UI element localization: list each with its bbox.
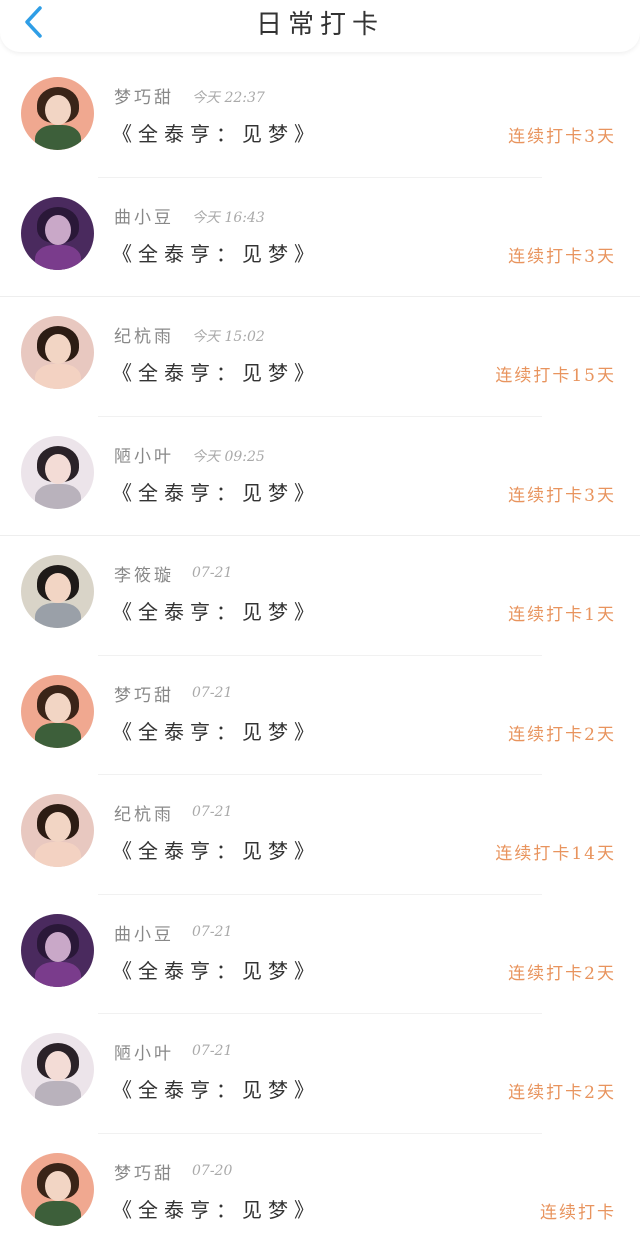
- streak-badge: 连续打卡2天: [508, 1078, 616, 1103]
- task-title: 《全泰亨：见梦》: [112, 1074, 320, 1103]
- list-item[interactable]: 曲小豆 07-21 《全泰亨：见梦》 连续打卡2天: [0, 895, 640, 1015]
- avatar[interactable]: [21, 914, 94, 987]
- list-item[interactable]: 梦巧甜 今天 22:37 《全泰亨：见梦》 连续打卡3天: [0, 58, 640, 178]
- checkin-time: 07-20: [192, 1163, 232, 1179]
- user-name: 梦巧甜: [114, 83, 174, 108]
- checkin-list: 梦巧甜 今天 22:37 《全泰亨：见梦》 连续打卡3天 曲小豆 今天 16:4…: [0, 58, 640, 1253]
- task-title: 《全泰亨：见梦》: [112, 716, 320, 745]
- task-title: 《全泰亨：见梦》: [112, 238, 320, 267]
- list-item[interactable]: 梦巧甜 07-21 《全泰亨：见梦》 连续打卡2天: [0, 656, 640, 776]
- streak-badge: 连续打卡3天: [508, 122, 616, 147]
- streak-badge: 连续打卡14天: [495, 839, 616, 864]
- user-name: 李筱璇: [114, 561, 174, 586]
- streak-badge: 连续打卡1天: [508, 600, 616, 625]
- task-title: 《全泰亨：见梦》: [112, 955, 320, 984]
- avatar[interactable]: [21, 77, 94, 150]
- user-name: 陋小叶: [114, 442, 174, 467]
- list-item[interactable]: 纪杭雨 今天 15:02 《全泰亨：见梦》 连续打卡15天: [0, 297, 640, 417]
- user-name: 纪杭雨: [114, 800, 174, 825]
- streak-badge: 连续打卡3天: [508, 242, 616, 267]
- streak-badge: 连续打卡2天: [508, 959, 616, 984]
- user-name: 陋小叶: [114, 1039, 174, 1064]
- avatar[interactable]: [21, 555, 94, 628]
- avatar[interactable]: [21, 316, 94, 389]
- list-item[interactable]: 李筱璇 07-21 《全泰亨：见梦》 连续打卡1天: [0, 536, 640, 656]
- task-title: 《全泰亨：见梦》: [112, 596, 320, 625]
- streak-badge: 连续打卡2天: [508, 720, 616, 745]
- avatar[interactable]: [21, 794, 94, 867]
- avatar[interactable]: [21, 1033, 94, 1106]
- checkin-time: 今天 15:02: [192, 326, 265, 346]
- task-title: 《全泰亨：见梦》: [112, 477, 320, 506]
- task-title: 《全泰亨：见梦》: [112, 1194, 320, 1223]
- user-name: 纪杭雨: [114, 322, 174, 347]
- list-item[interactable]: 梦巧甜 07-20 《全泰亨：见梦》 连续打卡: [0, 1134, 640, 1253]
- avatar[interactable]: [21, 197, 94, 270]
- checkin-time: 今天 09:25: [192, 446, 265, 466]
- checkin-time: 07-21: [192, 685, 232, 701]
- task-title: 《全泰亨：见梦》: [112, 118, 320, 147]
- list-item[interactable]: 纪杭雨 07-21 《全泰亨：见梦》 连续打卡14天: [0, 775, 640, 895]
- user-name: 曲小豆: [114, 920, 174, 945]
- checkin-time: 今天 16:43: [192, 207, 265, 227]
- checkin-time: 07-21: [192, 924, 232, 940]
- page-title: 日常打卡: [0, 4, 640, 41]
- list-item[interactable]: 陋小叶 今天 09:25 《全泰亨：见梦》 连续打卡3天: [0, 417, 640, 537]
- list-item[interactable]: 陋小叶 07-21 《全泰亨：见梦》 连续打卡2天: [0, 1014, 640, 1134]
- streak-badge: 连续打卡3天: [508, 481, 616, 506]
- list-item[interactable]: 曲小豆 今天 16:43 《全泰亨：见梦》 连续打卡3天: [0, 178, 640, 298]
- task-title: 《全泰亨：见梦》: [112, 357, 320, 386]
- checkin-time: 07-21: [192, 565, 232, 581]
- user-name: 梦巧甜: [114, 1159, 174, 1184]
- user-name: 曲小豆: [114, 203, 174, 228]
- avatar[interactable]: [21, 1153, 94, 1226]
- avatar[interactable]: [21, 675, 94, 748]
- streak-badge: 连续打卡: [540, 1198, 616, 1223]
- task-title: 《全泰亨：见梦》: [112, 835, 320, 864]
- top-nav-bar: 日常打卡: [0, 0, 640, 52]
- streak-badge: 连续打卡15天: [495, 361, 616, 386]
- avatar[interactable]: [21, 436, 94, 509]
- checkin-time: 今天 22:37: [192, 87, 265, 107]
- checkin-time: 07-21: [192, 1043, 232, 1059]
- checkin-time: 07-21: [192, 804, 232, 820]
- user-name: 梦巧甜: [114, 681, 174, 706]
